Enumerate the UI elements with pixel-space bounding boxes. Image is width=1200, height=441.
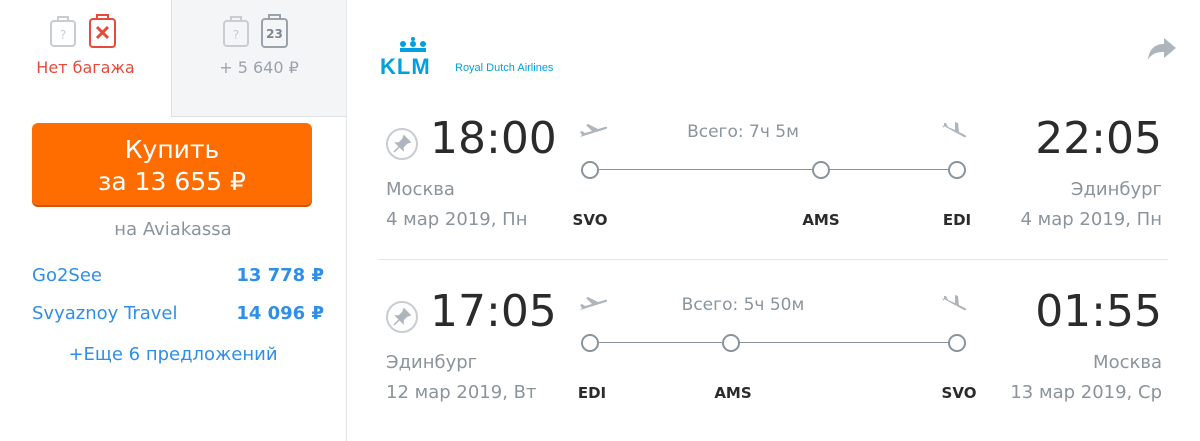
- baggage-23kg-icon: 23: [261, 14, 288, 48]
- baggage-option-none[interactable]: ? Нет багажа: [0, 0, 171, 117]
- legs-divider: [378, 259, 1168, 260]
- arrival-city: Эдинбург: [1070, 179, 1162, 200]
- landing-plane-icon: [942, 122, 967, 138]
- arrival-city: Москва: [1093, 352, 1162, 373]
- total-duration: Всего: 7ч 5м: [687, 122, 799, 142]
- pin-button[interactable]: [386, 301, 418, 333]
- route-stop-dot: [722, 334, 740, 352]
- agent-price[interactable]: 14 096 ₽: [236, 303, 324, 324]
- arrival-date: 13 мар 2019, Ср: [1010, 382, 1162, 403]
- pin-icon: [393, 134, 412, 153]
- buy-button-price: за 13 655 ₽: [98, 167, 246, 196]
- baggage-icons: ?: [0, 14, 171, 48]
- route-line: [598, 342, 956, 343]
- total-duration: Всего: 5ч 50м: [681, 295, 805, 315]
- baggage-option-23kg-label: + 5 640 ₽: [219, 58, 299, 77]
- vendor-label: на Aviakassa: [114, 219, 232, 240]
- agent-name[interactable]: Svyaznoy Travel: [32, 303, 178, 324]
- airline-logo-text: KLM: [380, 54, 431, 79]
- arrival-time: 01:55: [1035, 286, 1162, 337]
- airport-code: AMS: [802, 211, 840, 229]
- departure-time: 18:00: [430, 113, 557, 164]
- airport-code: SVO: [941, 384, 977, 402]
- pin-icon: [393, 307, 412, 326]
- airline-logo: KLM Royal Dutch Airlines: [380, 36, 560, 79]
- baggage-options: ? Нет багажа ? 23 + 5 640 ₽: [0, 0, 346, 117]
- baggage-icons: ? 23: [172, 14, 346, 48]
- departure-date: 4 мар 2019, Пн: [386, 209, 528, 230]
- agent-name[interactable]: Go2See: [32, 265, 102, 286]
- airport-code: SVO: [572, 211, 608, 229]
- route-stop-dot: [581, 334, 599, 352]
- svg-text:23: 23: [266, 27, 283, 41]
- route-stop-dot: [948, 334, 966, 352]
- bag-unknown-icon: ?: [50, 16, 76, 47]
- crown-icon: [400, 37, 426, 52]
- pin-button[interactable]: [386, 128, 418, 160]
- buy-button[interactable]: Купить за 13 655 ₽: [32, 123, 312, 205]
- offer-panel: ? Нет багажа ? 23 + 5 640 ₽ Купить за 13…: [0, 0, 347, 441]
- departure-city: Эдинбург: [386, 352, 478, 373]
- departure-date: 12 мар 2019, Вт: [386, 382, 537, 403]
- arrival-date: 4 мар 2019, Пн: [1020, 209, 1163, 230]
- svg-text:?: ?: [60, 28, 66, 42]
- airport-code: AMS: [714, 384, 752, 402]
- bag-unknown-icon: ?: [223, 16, 249, 47]
- share-icon[interactable]: [1146, 36, 1178, 62]
- agent-price[interactable]: 13 778 ₽: [236, 265, 324, 286]
- buy-button-label: Купить: [124, 135, 220, 164]
- flight-leg-return: 17:05 Эдинбург 12 мар 2019, Вт Всего: 5ч…: [378, 268, 1178, 438]
- airport-code: EDI: [942, 211, 972, 229]
- more-offers-link[interactable]: +Еще 6 предложений: [0, 344, 346, 365]
- landing-plane-icon: [942, 295, 967, 311]
- flight-leg-outbound: 18:00 Москва 4 мар 2019, Пн Всего: 7ч 5м…: [378, 95, 1178, 265]
- airline-logo-subtitle: Royal Dutch Airlines: [455, 62, 554, 74]
- no-baggage-icon: [89, 14, 116, 48]
- route-stop-dot: [812, 161, 830, 179]
- route-line: [598, 169, 956, 170]
- departure-city: Москва: [386, 179, 455, 200]
- baggage-option-23kg[interactable]: ? 23 + 5 640 ₽: [171, 0, 346, 117]
- arrival-time: 22:05: [1035, 113, 1162, 164]
- baggage-option-none-label: Нет багажа: [36, 58, 135, 77]
- route-stop-dot: [581, 161, 599, 179]
- airport-code: EDI: [577, 384, 607, 402]
- departure-time: 17:05: [430, 286, 557, 337]
- route-stop-dot: [948, 161, 966, 179]
- svg-text:?: ?: [233, 28, 239, 42]
